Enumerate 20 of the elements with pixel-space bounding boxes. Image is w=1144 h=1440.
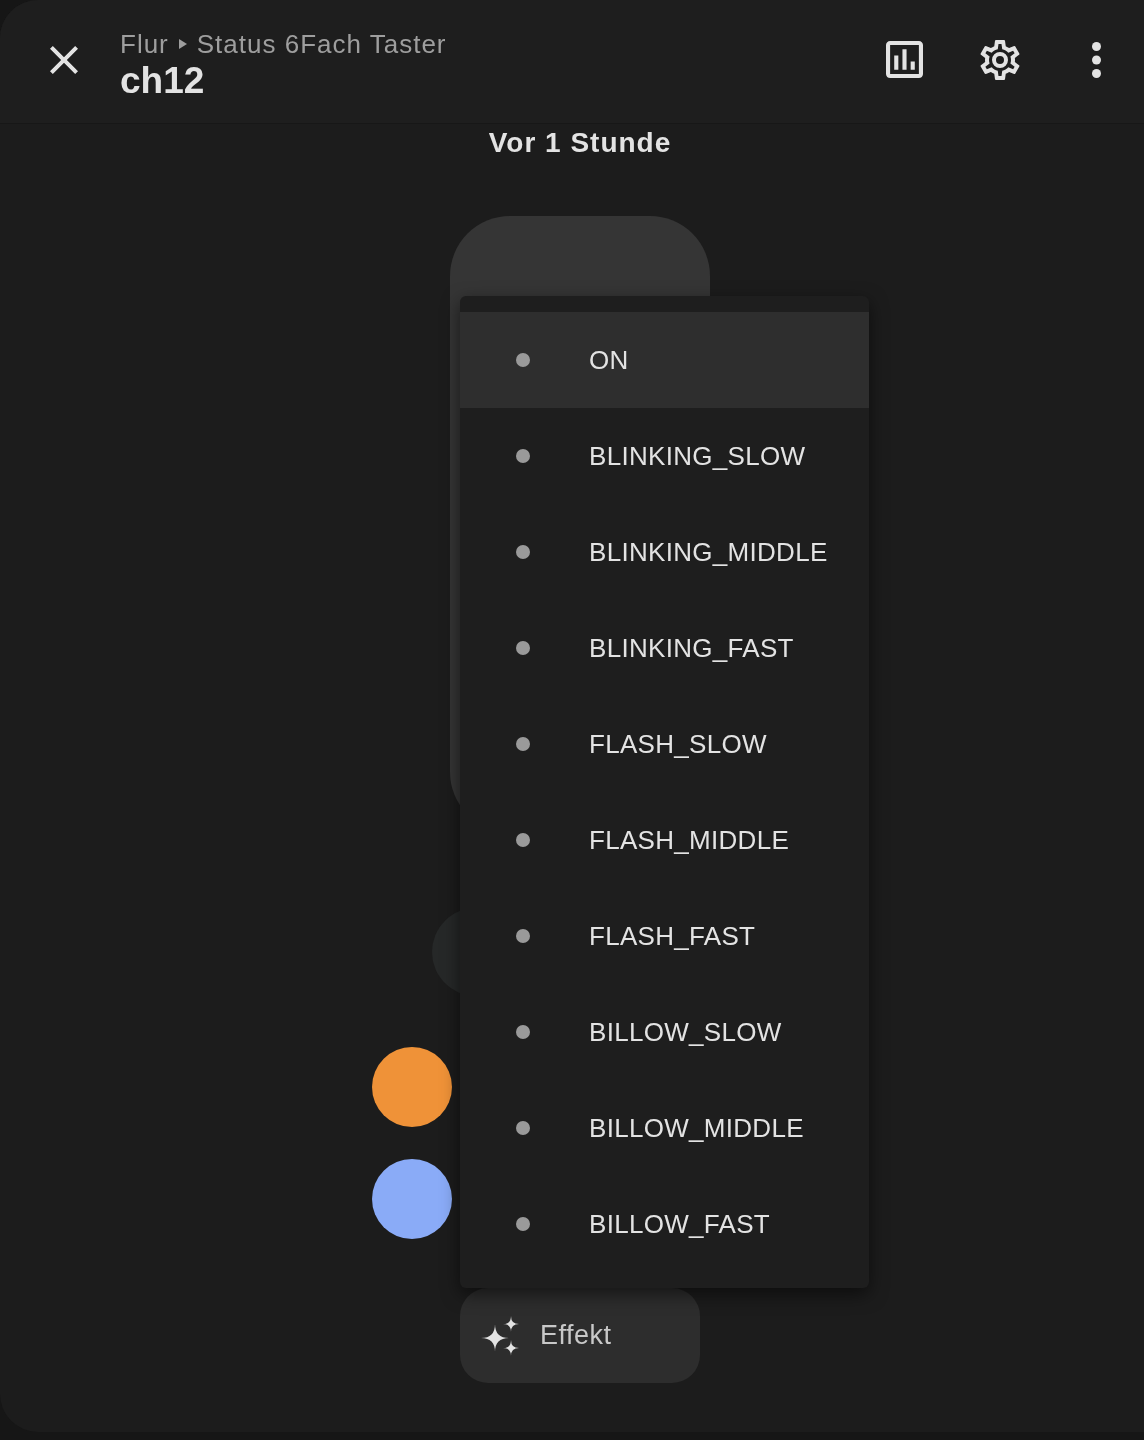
effect-button[interactable]: Effekt [460, 1288, 700, 1383]
dialog-title: ch12 [120, 58, 205, 103]
breadcrumb-item: Flur [120, 28, 169, 59]
menu-item[interactable]: FLASH_SLOW [460, 696, 869, 792]
menu-item[interactable]: BILLOW_SLOW [460, 984, 869, 1080]
menu-item[interactable]: FLASH_MIDDLE [460, 792, 869, 888]
close-icon [50, 45, 78, 74]
menu-item[interactable]: BLINKING_SLOW [460, 408, 869, 504]
menu-item[interactable]: BILLOW_MIDDLE [460, 1080, 869, 1176]
last-changed-text: Vor 1 Stunde [488, 126, 672, 160]
menu-item[interactable]: ON [460, 312, 869, 408]
breadcrumb-separator-icon [178, 38, 187, 49]
menu-item[interactable]: FLASH_FAST [460, 888, 869, 984]
breadcrumb-item: Status 6Fach Taster [196, 28, 447, 59]
menu-item[interactable]: BILLOW_FAST [460, 1176, 869, 1272]
chart-icon [885, 41, 923, 78]
settings-icon [980, 39, 1020, 80]
menu-item[interactable]: BLINKING_FAST [460, 600, 869, 696]
menu-item[interactable]: BLINKING_MIDDLE [460, 504, 869, 600]
more-icon [1091, 41, 1101, 78]
